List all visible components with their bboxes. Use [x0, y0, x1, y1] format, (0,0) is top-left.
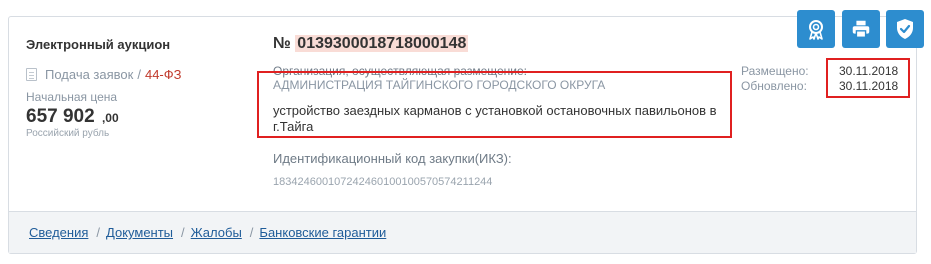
number-prefix: №	[273, 35, 291, 52]
procurement-summary: Электронный аукцион Подача заявок / 44-Ф…	[26, 37, 246, 139]
stage-separator: /	[137, 67, 141, 82]
highlight-box-organization	[257, 71, 732, 138]
price-main: 657 902	[26, 106, 95, 127]
currency: Российский рубль	[26, 128, 110, 139]
shield-check-icon	[897, 19, 913, 39]
award-icon	[809, 20, 823, 40]
card-footer: Сведения / Документы / Жалобы / Банковск…	[9, 211, 916, 253]
footer-link-bank-guarantees[interactable]: Банковские гарантии	[259, 225, 386, 240]
dates-labels: Размещено: Обновлено:	[741, 64, 809, 94]
print-icon	[852, 20, 870, 38]
price-kop: ,00	[101, 111, 119, 125]
notice-number[interactable]: № 0139300018718000148	[273, 35, 743, 53]
stage-label: Подача заявок	[45, 67, 134, 82]
law-label: 44-ФЗ	[144, 67, 182, 82]
posted-label: Размещено:	[741, 64, 809, 78]
footer-separator: /	[249, 225, 254, 240]
footer-link-details[interactable]: Сведения	[29, 225, 88, 240]
procurement-type: Электронный аукцион	[26, 37, 171, 52]
highlight-box-dates	[826, 58, 910, 98]
print-button[interactable]	[842, 10, 880, 48]
initial-price: 657 902 ,00	[26, 106, 246, 128]
updated-label: Обновлено:	[741, 79, 807, 93]
ikz-value: 183424600107242460100100570574211244	[273, 176, 493, 188]
award-button[interactable]	[797, 10, 835, 48]
price-label: Начальная цена	[26, 90, 118, 104]
ikz-label: Идентификационный код закупки(ИКЗ):	[273, 151, 512, 166]
footer-separator: /	[181, 225, 185, 240]
footer-link-documents[interactable]: Документы	[106, 225, 173, 240]
shield-button[interactable]	[886, 10, 924, 48]
footer-link-complaints[interactable]: Жалобы	[191, 225, 242, 240]
procurement-stage: Подача заявок / 44-ФЗ	[26, 67, 246, 82]
footer-separator: /	[96, 225, 101, 240]
document-icon	[26, 68, 37, 81]
number-value[interactable]: 0139300018718000148	[295, 35, 469, 52]
